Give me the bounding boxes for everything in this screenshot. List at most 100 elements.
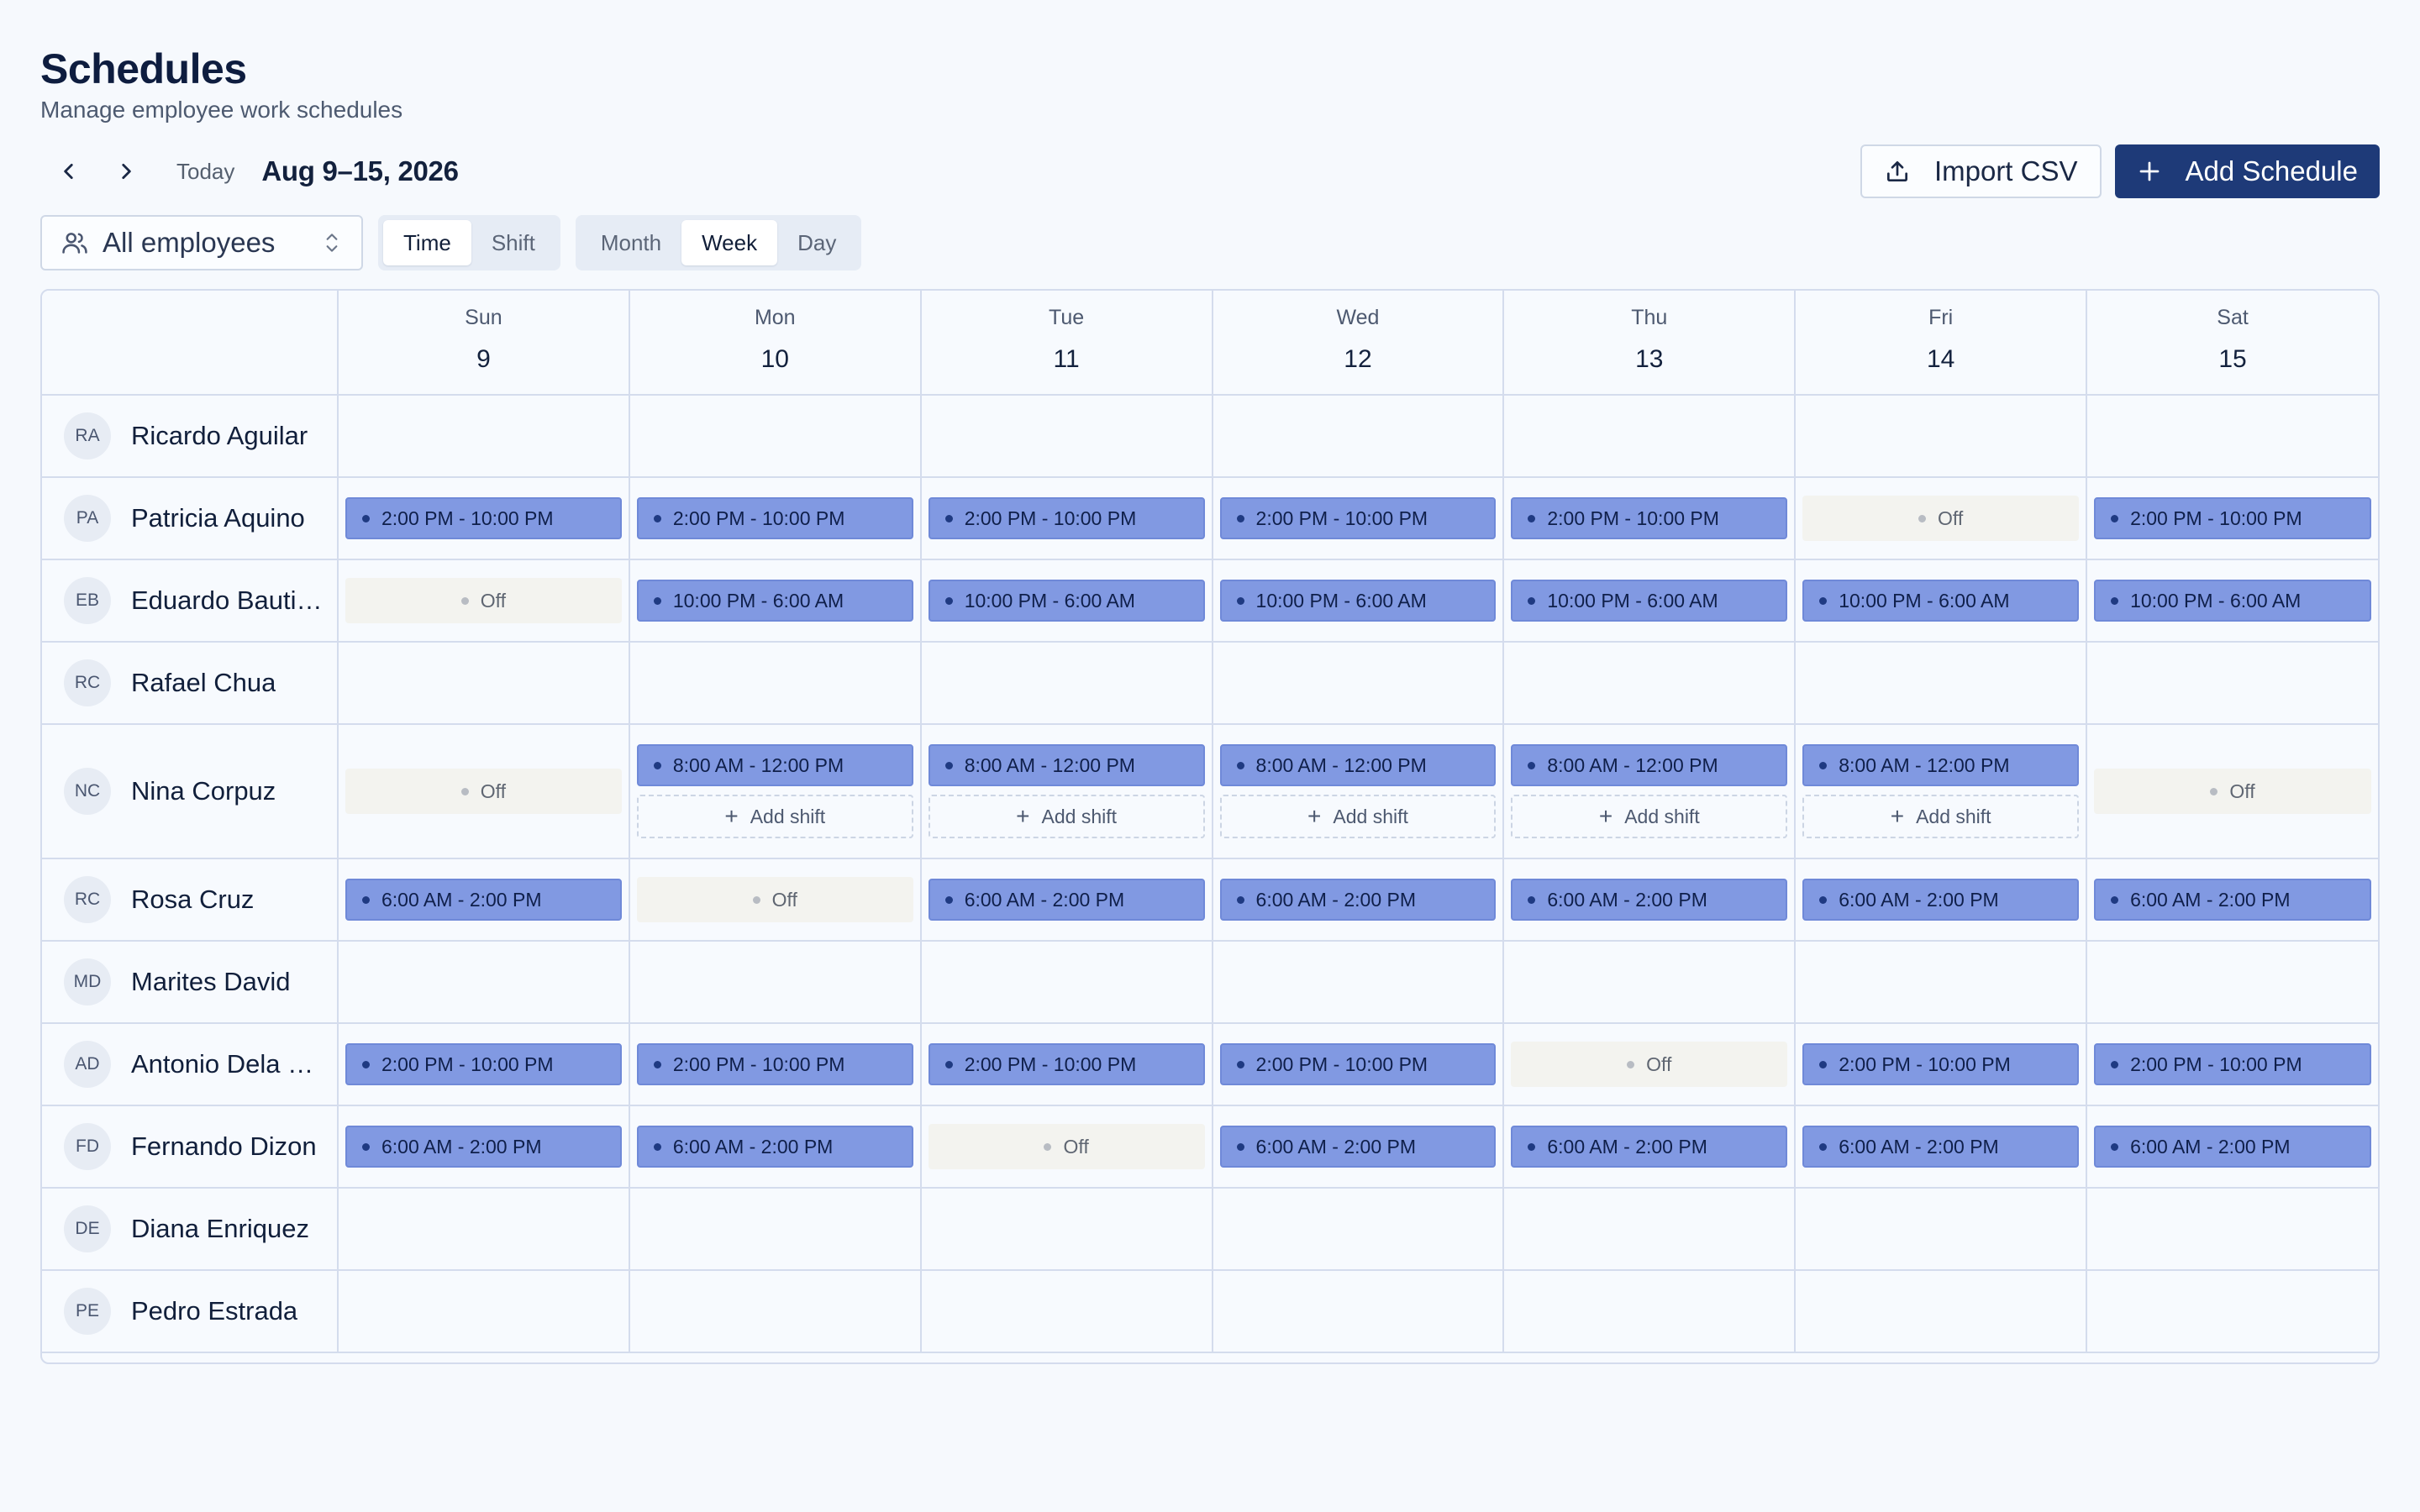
schedule-cell[interactable] bbox=[1212, 642, 1505, 725]
shift-block[interactable]: 6:00 AM - 2:00 PM bbox=[1511, 1126, 1788, 1168]
add-schedule-button[interactable]: Add Schedule bbox=[2114, 144, 2380, 198]
schedule-cell[interactable] bbox=[1503, 1270, 1797, 1353]
schedule-cell[interactable] bbox=[338, 1270, 630, 1353]
schedule-cell[interactable] bbox=[629, 395, 922, 478]
schedule-cell[interactable]: Off bbox=[629, 858, 922, 942]
schedule-cell[interactable]: 2:00 PM - 10:00 PM bbox=[338, 1023, 630, 1106]
shift-block[interactable]: 6:00 AM - 2:00 PM bbox=[1219, 879, 1497, 921]
off-badge[interactable]: Off bbox=[1802, 496, 2080, 541]
shift-block[interactable]: 2:00 PM - 10:00 PM bbox=[345, 1043, 622, 1085]
shift-block[interactable]: 10:00 PM - 6:00 AM bbox=[2094, 580, 2371, 622]
schedule-cell[interactable]: 6:00 AM - 2:00 PM bbox=[1212, 1105, 1505, 1189]
schedule-cell[interactable] bbox=[920, 395, 1213, 478]
schedule-cell[interactable]: 2:00 PM - 10:00 PM bbox=[338, 477, 630, 560]
schedule-cell[interactable]: Off bbox=[338, 724, 630, 859]
schedule-cell[interactable]: 6:00 AM - 2:00 PM bbox=[629, 1105, 922, 1189]
schedule-cell[interactable] bbox=[629, 941, 922, 1024]
import-csv-button[interactable]: Import CSV bbox=[1860, 144, 2102, 198]
shift-block[interactable]: 6:00 AM - 2:00 PM bbox=[345, 1126, 622, 1168]
schedule-cell[interactable]: Off bbox=[1503, 1023, 1797, 1106]
previous-week-button[interactable] bbox=[40, 143, 97, 200]
off-badge[interactable]: Off bbox=[2094, 769, 2371, 814]
schedule-cell[interactable] bbox=[2086, 395, 2378, 478]
schedule-cell[interactable]: 10:00 PM - 6:00 AM bbox=[920, 559, 1213, 643]
schedule-cell[interactable]: 6:00 AM - 2:00 PM bbox=[1503, 858, 1797, 942]
schedule-cell[interactable]: 8:00 AM - 12:00 PM + Add shift bbox=[629, 724, 922, 859]
schedule-cell[interactable]: Off bbox=[920, 1105, 1213, 1189]
schedule-cell[interactable] bbox=[1795, 1270, 2088, 1353]
shift-block[interactable]: 2:00 PM - 10:00 PM bbox=[636, 1043, 913, 1085]
shift-block[interactable]: 6:00 AM - 2:00 PM bbox=[1802, 879, 2080, 921]
shift-block[interactable]: 6:00 AM - 2:00 PM bbox=[2094, 1126, 2371, 1168]
schedule-cell[interactable]: 8:00 AM - 12:00 PM + Add shift bbox=[1212, 724, 1505, 859]
shift-block[interactable]: 6:00 AM - 2:00 PM bbox=[928, 879, 1205, 921]
off-badge[interactable]: Off bbox=[1511, 1042, 1788, 1087]
schedule-cell[interactable] bbox=[2086, 1270, 2378, 1353]
shift-block[interactable]: 6:00 AM - 2:00 PM bbox=[345, 879, 622, 921]
next-week-button[interactable] bbox=[97, 143, 155, 200]
schedule-cell[interactable]: 6:00 AM - 2:00 PM bbox=[1212, 858, 1505, 942]
schedule-cell[interactable]: 2:00 PM - 10:00 PM bbox=[2086, 477, 2378, 560]
schedule-cell[interactable] bbox=[920, 941, 1213, 1024]
schedule-cell[interactable]: 2:00 PM - 10:00 PM bbox=[920, 1023, 1213, 1106]
schedule-cell[interactable] bbox=[629, 1188, 922, 1271]
schedule-cell[interactable] bbox=[338, 941, 630, 1024]
schedule-cell[interactable]: 10:00 PM - 6:00 AM bbox=[629, 559, 922, 643]
schedule-cell[interactable] bbox=[1503, 941, 1797, 1024]
shift-block[interactable]: 2:00 PM - 10:00 PM bbox=[928, 497, 1205, 539]
schedule-cell[interactable]: 6:00 AM - 2:00 PM bbox=[2086, 858, 2378, 942]
schedule-cell[interactable] bbox=[629, 1270, 922, 1353]
schedule-cell[interactable]: 10:00 PM - 6:00 AM bbox=[1212, 559, 1505, 643]
mode-option-shift[interactable]: Shift bbox=[471, 220, 555, 265]
shift-block[interactable]: 2:00 PM - 10:00 PM bbox=[928, 1043, 1205, 1085]
schedule-cell[interactable] bbox=[920, 1270, 1213, 1353]
schedule-cell[interactable] bbox=[629, 642, 922, 725]
schedule-cell[interactable]: 2:00 PM - 10:00 PM bbox=[629, 477, 922, 560]
shift-block[interactable]: 2:00 PM - 10:00 PM bbox=[1219, 1043, 1497, 1085]
schedule-cell[interactable] bbox=[1795, 395, 2088, 478]
shift-block[interactable]: 2:00 PM - 10:00 PM bbox=[1219, 497, 1497, 539]
shift-block[interactable]: 8:00 AM - 12:00 PM bbox=[1511, 744, 1788, 786]
schedule-cell[interactable]: 6:00 AM - 2:00 PM bbox=[338, 858, 630, 942]
shift-block[interactable]: 6:00 AM - 2:00 PM bbox=[2094, 879, 2371, 921]
schedule-cell[interactable]: 2:00 PM - 10:00 PM bbox=[2086, 1023, 2378, 1106]
schedule-cell[interactable] bbox=[1212, 1188, 1505, 1271]
schedule-cell[interactable] bbox=[338, 395, 630, 478]
view-option-day[interactable]: Day bbox=[777, 220, 856, 265]
today-button[interactable]: Today bbox=[165, 152, 246, 192]
schedule-cell[interactable]: 2:00 PM - 10:00 PM bbox=[920, 477, 1213, 560]
schedule-cell[interactable] bbox=[2086, 642, 2378, 725]
shift-block[interactable]: 10:00 PM - 6:00 AM bbox=[1511, 580, 1788, 622]
schedule-cell[interactable] bbox=[1503, 1188, 1797, 1271]
shift-block[interactable]: 6:00 AM - 2:00 PM bbox=[1511, 879, 1788, 921]
shift-block[interactable]: 10:00 PM - 6:00 AM bbox=[1802, 580, 2080, 622]
schedule-cell[interactable] bbox=[920, 642, 1213, 725]
shift-block[interactable]: 2:00 PM - 10:00 PM bbox=[1511, 497, 1788, 539]
schedule-cell[interactable] bbox=[2086, 1188, 2378, 1271]
mode-option-time[interactable]: Time bbox=[383, 220, 471, 265]
shift-block[interactable]: 2:00 PM - 10:00 PM bbox=[636, 497, 913, 539]
schedule-cell[interactable]: 6:00 AM - 2:00 PM bbox=[1795, 1105, 2088, 1189]
shift-block[interactable]: 2:00 PM - 10:00 PM bbox=[345, 497, 622, 539]
shift-block[interactable]: 6:00 AM - 2:00 PM bbox=[636, 1126, 913, 1168]
schedule-cell[interactable] bbox=[1795, 642, 2088, 725]
add-shift-button[interactable]: + Add shift bbox=[1219, 795, 1497, 838]
shift-block[interactable]: 8:00 AM - 12:00 PM bbox=[1802, 744, 2080, 786]
schedule-cell[interactable] bbox=[1212, 395, 1505, 478]
schedule-cell[interactable] bbox=[1503, 642, 1797, 725]
shift-block[interactable]: 10:00 PM - 6:00 AM bbox=[1219, 580, 1497, 622]
schedule-cell[interactable]: Off bbox=[2086, 724, 2378, 859]
schedule-cell[interactable]: Off bbox=[1795, 477, 2088, 560]
schedule-cell[interactable]: 8:00 AM - 12:00 PM + Add shift bbox=[920, 724, 1213, 859]
shift-block[interactable]: 2:00 PM - 10:00 PM bbox=[2094, 1043, 2371, 1085]
add-shift-button[interactable]: + Add shift bbox=[636, 795, 913, 838]
view-option-week[interactable]: Week bbox=[681, 220, 778, 265]
off-badge[interactable]: Off bbox=[928, 1124, 1205, 1169]
schedule-cell[interactable] bbox=[1212, 941, 1505, 1024]
schedule-cell[interactable]: 2:00 PM - 10:00 PM bbox=[1795, 1023, 2088, 1106]
off-badge[interactable]: Off bbox=[345, 769, 622, 814]
schedule-cell[interactable] bbox=[2086, 941, 2378, 1024]
shift-block[interactable]: 2:00 PM - 10:00 PM bbox=[1802, 1043, 2080, 1085]
schedule-cell[interactable]: 6:00 AM - 2:00 PM bbox=[2086, 1105, 2378, 1189]
schedule-cell[interactable] bbox=[1212, 1270, 1505, 1353]
